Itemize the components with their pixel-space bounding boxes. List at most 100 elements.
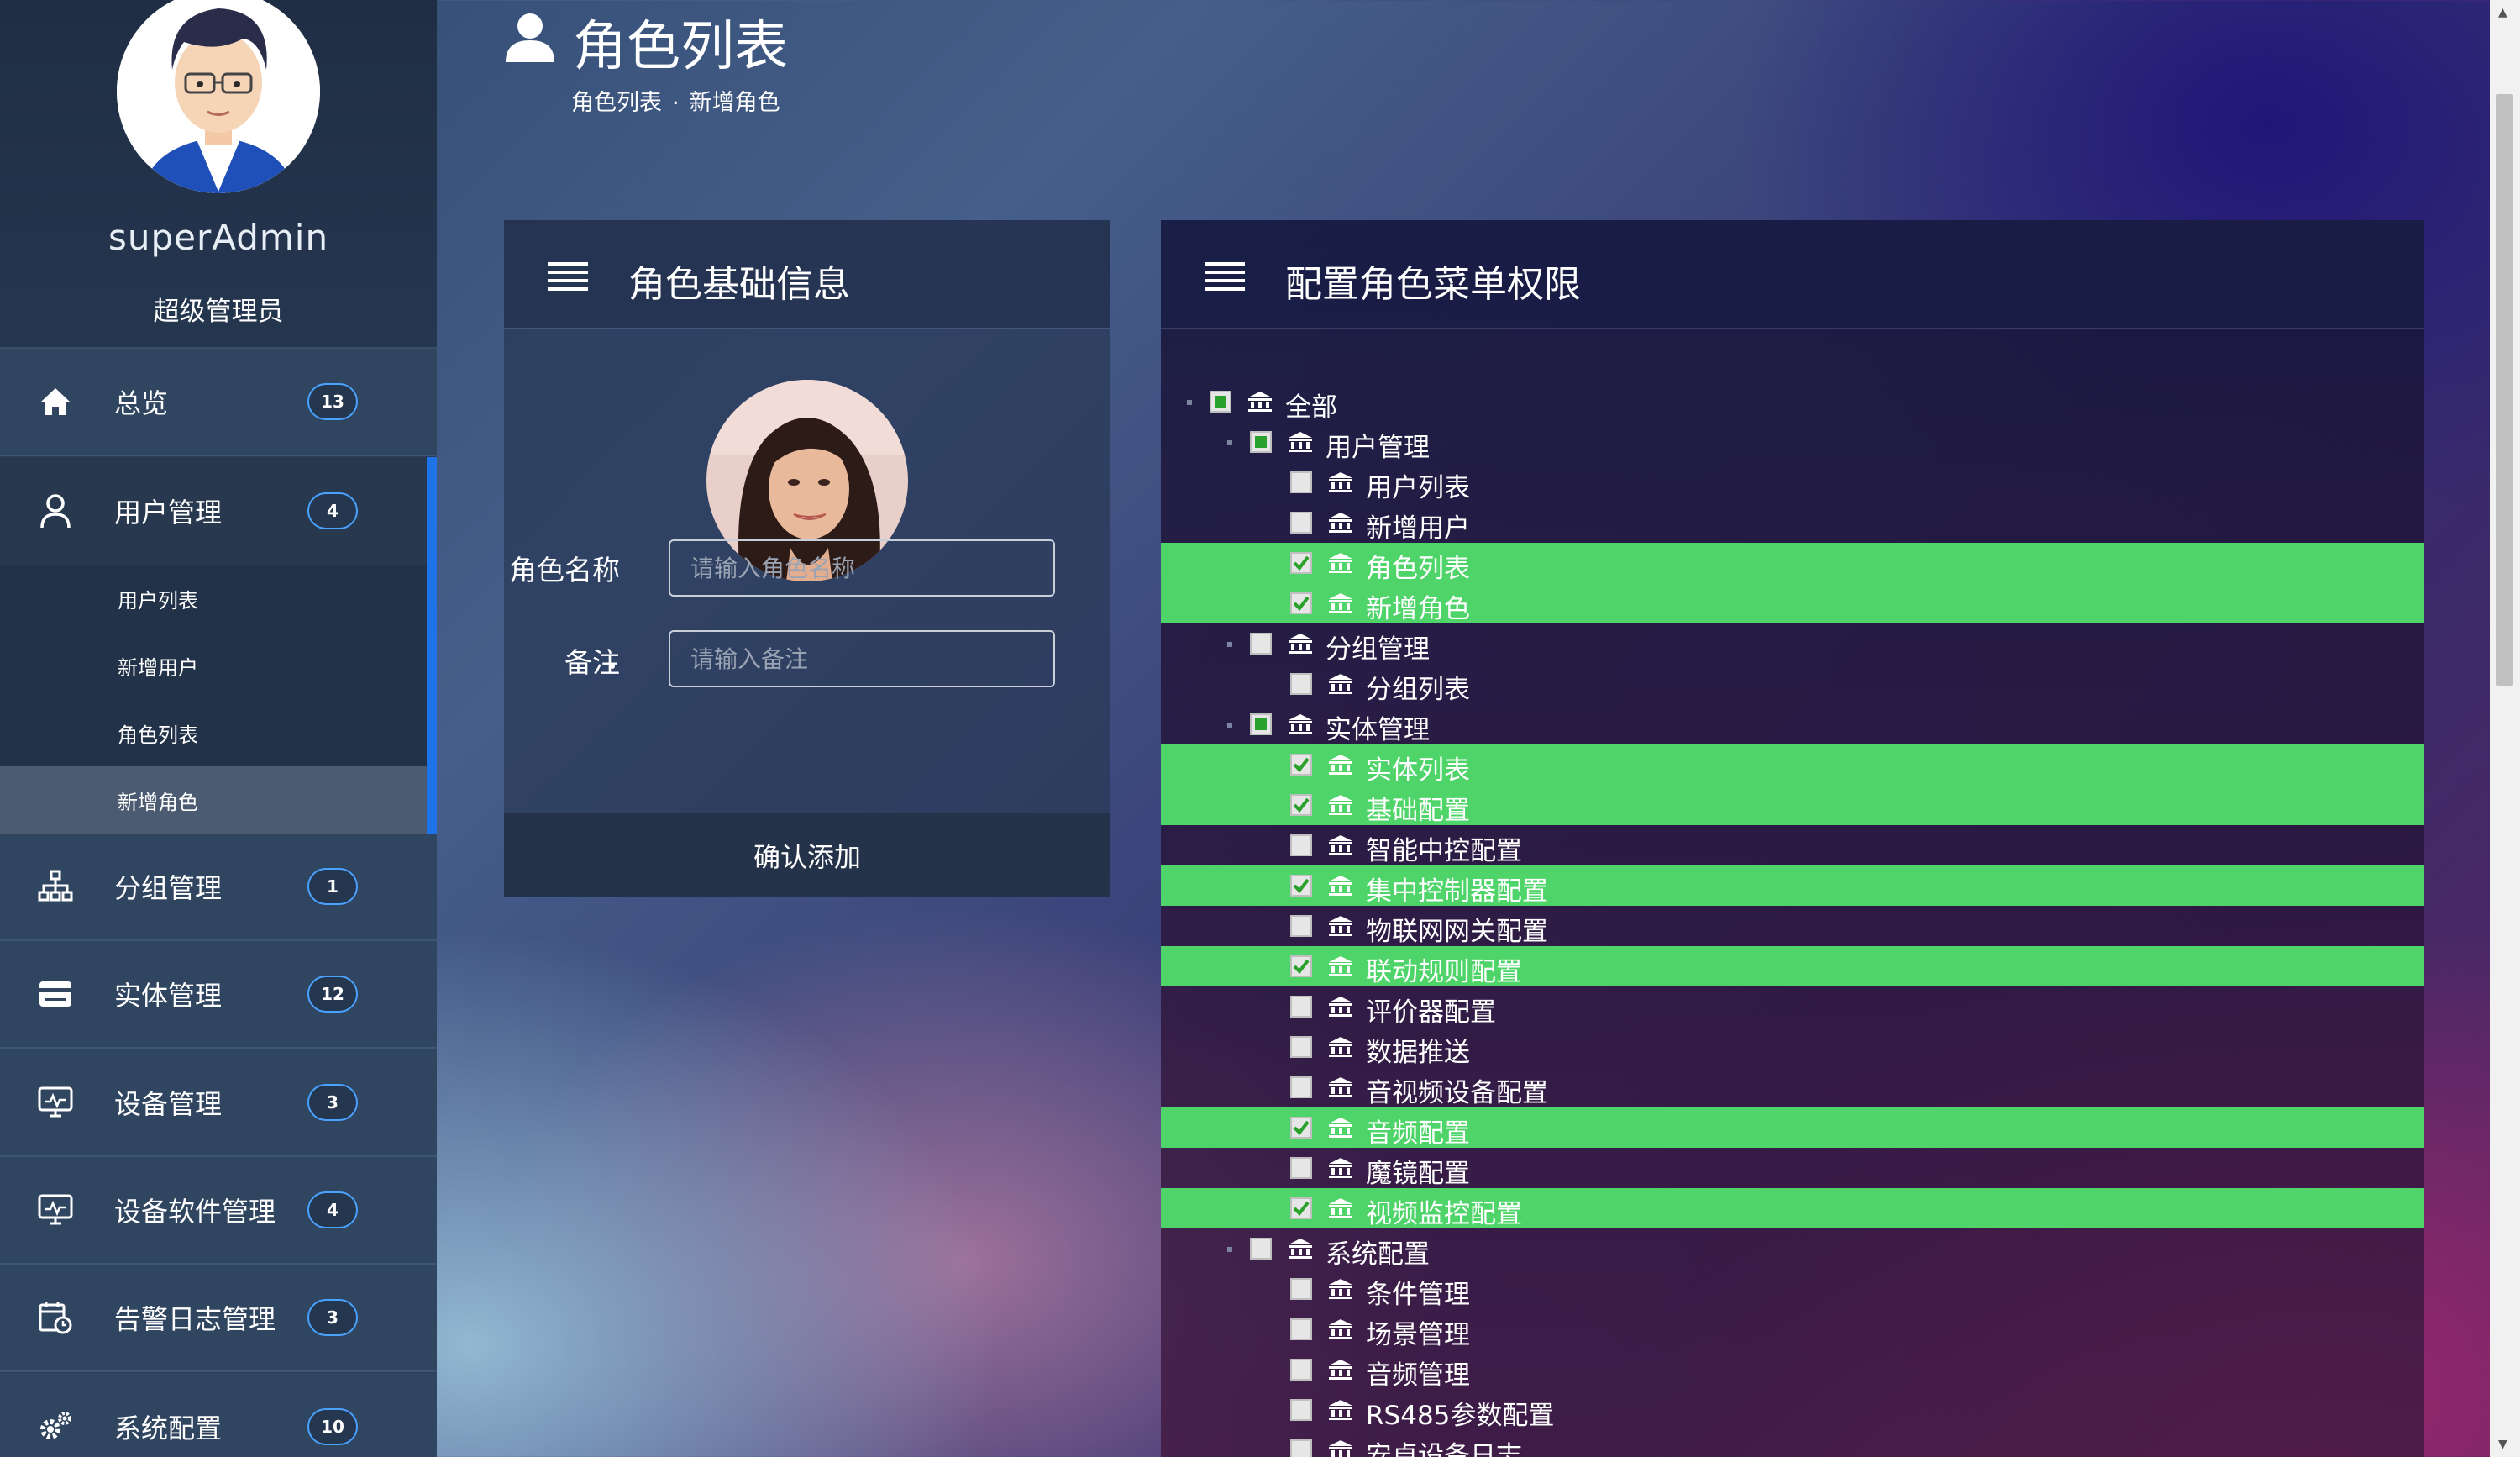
tree-row[interactable]: ▪ 分组管理 (1161, 623, 2424, 665)
tree-checkbox[interactable] (1290, 1076, 1312, 1098)
tree-node-label[interactable]: 物联网网关配置 (1366, 910, 1548, 948)
tree-node-label[interactable]: 新增用户 (1366, 507, 1470, 544)
tree-row[interactable]: ▪ 用户管理 (1161, 422, 2424, 464)
scroll-thumb[interactable] (2496, 94, 2513, 686)
tree-row[interactable]: 联动规则配置 (1161, 946, 2424, 988)
tree-node-label[interactable]: 数据推送 (1366, 1031, 1470, 1069)
tree-node-label[interactable]: 系统配置 (1326, 1233, 1430, 1270)
tree-node-label[interactable]: 集中控制器配置 (1366, 870, 1548, 907)
nav-device-management[interactable]: 设备管理 3 (0, 1049, 437, 1157)
tree-expand-toggle-icon[interactable]: ▪ (1220, 714, 1240, 734)
nav-user-management[interactable]: 用户管理 4 (0, 457, 437, 565)
tree-node-label[interactable]: 分组列表 (1366, 668, 1470, 706)
tree-node-label[interactable]: 用户管理 (1326, 426, 1430, 464)
tree-node-label[interactable]: RS485参数配置 (1366, 1394, 1554, 1432)
tree-node-label[interactable]: 实体列表 (1366, 749, 1470, 786)
tree-node-label[interactable]: 评价器配置 (1366, 991, 1496, 1028)
tree-checkbox[interactable] (1290, 1278, 1312, 1300)
tree-node-label[interactable]: 分组管理 (1326, 628, 1430, 665)
tree-checkbox[interactable] (1290, 1399, 1312, 1421)
tree-node-label[interactable]: 场景管理 (1366, 1313, 1470, 1351)
tree-row[interactable]: 视频监控配置 (1161, 1188, 2424, 1230)
tree-row[interactable]: 魔镜配置 (1161, 1148, 2424, 1190)
tree-checkbox[interactable] (1290, 673, 1312, 695)
tree-row[interactable]: ▪ 全部 (1161, 381, 2424, 423)
tree-row[interactable]: ▪ 实体管理 (1161, 704, 2424, 746)
tree-checkbox[interactable] (1290, 794, 1312, 816)
tree-node-label[interactable]: 条件管理 (1366, 1273, 1470, 1311)
tree-row[interactable]: 集中控制器配置 (1161, 865, 2424, 907)
tree-checkbox[interactable] (1290, 1318, 1312, 1340)
nav-group-management[interactable]: 分组管理 1 (0, 834, 437, 941)
breadcrumb-role-list[interactable]: 角色列表 (571, 84, 662, 117)
nav-entity-management[interactable]: 实体管理 12 (0, 941, 437, 1049)
tree-checkbox[interactable] (1250, 713, 1272, 735)
tree-node-label[interactable]: 音视频设备配置 (1366, 1071, 1548, 1109)
tree-checkbox[interactable] (1290, 1197, 1312, 1219)
confirm-add-button[interactable]: 确认添加 (504, 813, 1110, 897)
tree-checkbox[interactable] (1290, 834, 1312, 856)
scroll-up-arrow-icon[interactable]: ▲ (2498, 7, 2507, 18)
tree-row[interactable]: 音视频设备配置 (1161, 1067, 2424, 1109)
tree-checkbox[interactable] (1250, 633, 1272, 655)
tree-row[interactable]: 评价器配置 (1161, 986, 2424, 1028)
tree-row[interactable]: 条件管理 (1161, 1269, 2424, 1311)
tree-node-label[interactable]: 音频配置 (1366, 1112, 1470, 1149)
tree-checkbox[interactable] (1290, 512, 1312, 534)
tree-row[interactable]: 实体列表 (1161, 744, 2424, 786)
nav-overview[interactable]: 总览 13 (0, 349, 437, 456)
tree-row[interactable]: 用户列表 (1161, 462, 2424, 504)
tree-row[interactable]: 数据推送 (1161, 1027, 2424, 1069)
tree-checkbox[interactable] (1290, 1439, 1312, 1457)
tree-checkbox[interactable] (1290, 1359, 1312, 1381)
tree-checkbox[interactable] (1290, 996, 1312, 1018)
tree-node-label[interactable]: 音频管理 (1366, 1354, 1470, 1391)
submenu-role-list[interactable]: 角色列表 (0, 699, 427, 766)
tree-row[interactable]: ▪ 系统配置 (1161, 1228, 2424, 1270)
tree-node-label[interactable]: 安卓设备日志 (1366, 1434, 1522, 1457)
tree-node-label[interactable]: 视频监控配置 (1366, 1192, 1522, 1230)
nav-system-config[interactable]: 系统配置 10 (0, 1373, 437, 1457)
role-name-input[interactable] (669, 539, 1055, 597)
tree-expand-toggle-icon[interactable]: ▪ (1220, 634, 1240, 654)
tree-checkbox[interactable] (1290, 1117, 1312, 1139)
tree-node-label[interactable]: 联动规则配置 (1366, 950, 1522, 988)
tree-checkbox[interactable] (1290, 1036, 1312, 1058)
tree-row[interactable]: 分组列表 (1161, 664, 2424, 706)
tree-checkbox[interactable] (1290, 592, 1312, 614)
submenu-add-user[interactable]: 新增用户 (0, 632, 427, 699)
tree-row[interactable]: 角色列表 (1161, 543, 2424, 585)
tree-checkbox[interactable] (1290, 552, 1312, 574)
tree-row[interactable]: 安卓设备日志 (1161, 1430, 2424, 1457)
nav-alarm-log-management[interactable]: 告警日志管理 3 (0, 1265, 437, 1372)
tree-row[interactable]: 音频管理 (1161, 1349, 2424, 1391)
tree-row[interactable]: 新增角色 (1161, 583, 2424, 624)
scroll-down-arrow-icon[interactable]: ▼ (2498, 1439, 2507, 1450)
tree-checkbox[interactable] (1250, 1238, 1272, 1260)
tree-checkbox[interactable] (1250, 431, 1272, 453)
tree-row[interactable]: 音频配置 (1161, 1107, 2424, 1149)
tree-expand-toggle-icon[interactable]: ▪ (1179, 392, 1200, 412)
tree-node-label[interactable]: 用户列表 (1366, 466, 1470, 504)
submenu-add-role[interactable]: 新增角色 (0, 766, 427, 834)
tree-row[interactable]: RS485参数配置 (1161, 1390, 2424, 1432)
nav-device-software-management[interactable]: 设备软件管理 4 (0, 1157, 437, 1265)
tree-checkbox[interactable] (1290, 915, 1312, 937)
tree-node-label[interactable]: 基础配置 (1366, 789, 1470, 827)
tree-row[interactable]: 场景管理 (1161, 1309, 2424, 1351)
tree-checkbox[interactable] (1290, 875, 1312, 897)
tree-node-label[interactable]: 魔镜配置 (1366, 1152, 1470, 1190)
tree-node-label[interactable]: 实体管理 (1326, 708, 1430, 746)
user-avatar[interactable] (117, 0, 320, 193)
tree-node-label[interactable]: 角色列表 (1366, 547, 1470, 585)
tree-checkbox[interactable] (1290, 955, 1312, 977)
tree-checkbox[interactable] (1290, 1157, 1312, 1179)
tree-row[interactable]: 基础配置 (1161, 785, 2424, 827)
submenu-user-list[interactable]: 用户列表 (0, 565, 427, 632)
tree-node-label[interactable]: 全部 (1285, 386, 1337, 423)
tree-row[interactable]: 智能中控配置 (1161, 825, 2424, 867)
note-input[interactable] (669, 630, 1055, 687)
tree-node-label[interactable]: 智能中控配置 (1366, 829, 1522, 867)
tree-expand-toggle-icon[interactable]: ▪ (1220, 1239, 1240, 1259)
page-scrollbar[interactable]: ▲ ▼ (2490, 0, 2520, 1457)
